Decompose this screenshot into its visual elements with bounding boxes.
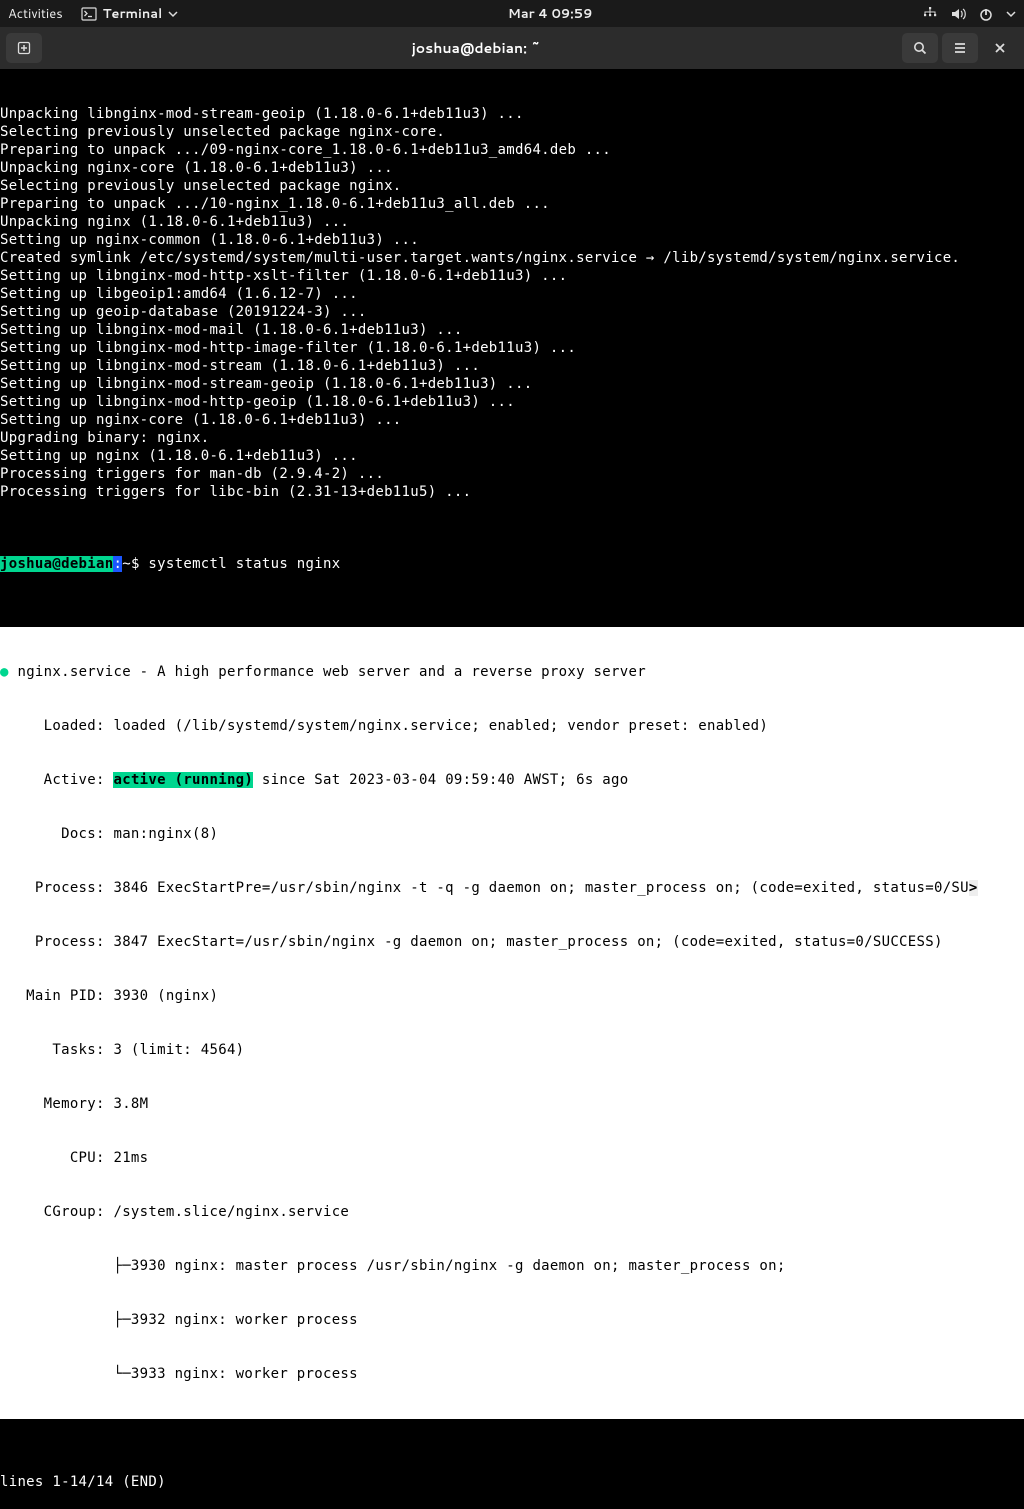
search-button[interactable] <box>902 33 938 63</box>
output-line: Unpacking libnginx-mod-stream-geoip (1.1… <box>0 105 1024 123</box>
terminal-app-menu[interactable]: Terminal <box>81 5 179 23</box>
terminal-output[interactable]: Unpacking libnginx-mod-stream-geoip (1.1… <box>0 69 1024 1509</box>
search-icon <box>912 40 928 56</box>
output-line: Setting up libnginx-mod-stream (1.18.0-6… <box>0 357 1024 375</box>
output-line: Unpacking nginx (1.18.0-6.1+deb11u3) ... <box>0 213 1024 231</box>
output-line: Unpacking nginx-core (1.18.0-6.1+deb11u3… <box>0 159 1024 177</box>
new-tab-button[interactable] <box>6 33 42 63</box>
output-line: Setting up libnginx-mod-http-geoip (1.18… <box>0 393 1024 411</box>
output-line: Setting up libnginx-mod-mail (1.18.0-6.1… <box>0 321 1024 339</box>
output-line: Processing triggers for man-db (2.9.4-2)… <box>0 465 1024 483</box>
output-line: Preparing to unpack .../09-nginx-core_1.… <box>0 141 1024 159</box>
close-button[interactable] <box>982 33 1018 63</box>
output-line: Created symlink /etc/systemd/system/mult… <box>0 249 1024 267</box>
output-line: Selecting previously unselected package … <box>0 177 1024 195</box>
power-icon[interactable] <box>978 6 994 22</box>
shell-prompt: joshua@debian:~$ systemctl status nginx <box>0 555 1024 573</box>
output-line: Setting up nginx-core (1.18.0-6.1+deb11u… <box>0 411 1024 429</box>
clock[interactable]: Mar 4 09:59 <box>178 5 922 23</box>
command-text: systemctl status nginx <box>148 556 340 572</box>
chevron-down-icon <box>168 9 178 19</box>
output-line: Setting up geoip-database (20191224-3) .… <box>0 303 1024 321</box>
chevron-down-icon[interactable] <box>1006 9 1016 19</box>
menu-button[interactable] <box>942 33 978 63</box>
output-line: Processing triggers for libc-bin (2.31-1… <box>0 483 1024 501</box>
systemctl-status-output: ● nginx.service - A high performance web… <box>0 627 1024 1419</box>
close-icon <box>993 41 1007 55</box>
activities-button[interactable]: Activities <box>8 5 63 23</box>
output-line: Setting up libgeoip1:amd64 (1.6.12-7) ..… <box>0 285 1024 303</box>
output-line: Setting up libnginx-mod-stream-geoip (1.… <box>0 375 1024 393</box>
output-line: Upgrading binary: nginx. <box>0 429 1024 447</box>
window-title: joshua@debian: ~ <box>50 38 902 58</box>
network-icon[interactable] <box>922 6 938 22</box>
terminal-titlebar: joshua@debian: ~ <box>0 27 1024 69</box>
output-line: Selecting previously unselected package … <box>0 123 1024 141</box>
hamburger-icon <box>952 40 968 56</box>
terminal-icon <box>81 6 97 22</box>
output-line: Setting up nginx-common (1.18.0-6.1+deb1… <box>0 231 1024 249</box>
output-line: Setting up libnginx-mod-http-xslt-filter… <box>0 267 1024 285</box>
volume-icon[interactable] <box>950 6 966 22</box>
pager-status: lines 1-14/14 (END) <box>0 1473 1024 1491</box>
output-line: Preparing to unpack .../10-nginx_1.18.0-… <box>0 195 1024 213</box>
output-line: Setting up libnginx-mod-http-image-filte… <box>0 339 1024 357</box>
output-line: Setting up nginx (1.18.0-6.1+deb11u3) ..… <box>0 447 1024 465</box>
gnome-top-bar: Activities Terminal Mar 4 09:59 <box>0 0 1024 27</box>
